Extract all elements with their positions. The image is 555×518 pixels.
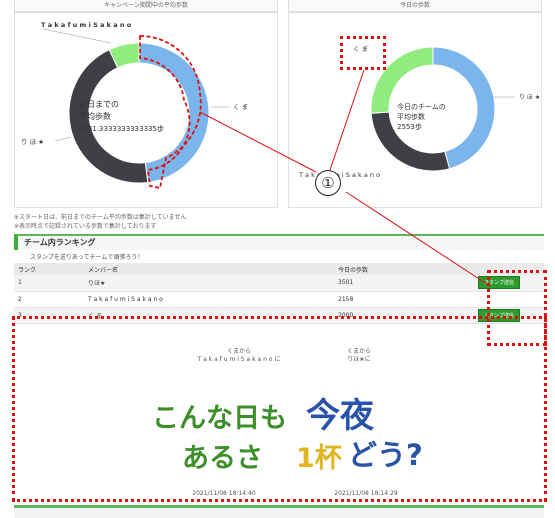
member-cell: T a k a f u m i S a k a n o xyxy=(84,291,334,308)
ranking-title: チーム内ランキング xyxy=(14,234,544,250)
annotation-number: ① xyxy=(315,170,341,196)
stamp-from: くまから xyxy=(346,348,371,355)
donut-center-line2: 平均歩数 xyxy=(397,112,425,121)
action-cell xyxy=(474,291,544,308)
stamp-card-1-header: くまから T a k a f u m i S a k a n o に xyxy=(164,348,314,364)
steps-cell: 2158 xyxy=(334,291,474,308)
table-row: 1 りほ★ 3501 スタンプ送信 xyxy=(14,275,544,292)
ranking-subtitle: スタンプを送りあってチームで頑張ろう！ xyxy=(30,254,144,261)
chart-label-riho: り ほ ★ xyxy=(21,138,44,146)
stamp-to: りほ★に xyxy=(347,356,371,363)
col-action xyxy=(474,263,544,275)
chart-label-riho: り ほ ★ xyxy=(519,94,540,101)
today-steps-header: 今日の歩数 xyxy=(288,0,542,12)
stamp-text-line1: 今夜 xyxy=(306,396,374,436)
donut-slice-0 xyxy=(138,42,210,184)
stamp-from: くまから xyxy=(226,348,251,355)
rank-cell: 1 xyxy=(14,275,84,292)
avg-steps-chart-panel: T a k a f u m i S a k a n o く ま り ほ ★ 前日… xyxy=(14,12,278,208)
stamp-to: T a k a f u m i S a k a n o に xyxy=(197,356,281,363)
donut-center-value: 3931.3333333333335歩 xyxy=(79,124,164,133)
donut-center-line1: 前日までの xyxy=(79,99,119,109)
note-tally: ※表示時点で記録されている歩数で集計しております xyxy=(14,223,157,230)
member-cell: りほ★ xyxy=(84,275,334,292)
ranking-header-row: ランク メンバー名 今日の歩数 xyxy=(14,263,544,275)
stamp-text-line2-b: どう? xyxy=(348,438,423,472)
received-stamps-area: くまから T a k a f u m i S a k a n o に くまから … xyxy=(14,318,546,500)
rank-cell: 2 xyxy=(14,291,84,308)
col-steps: 今日の歩数 xyxy=(334,263,474,275)
action-cell: スタンプ送信 xyxy=(474,275,544,292)
donut-center-line2: 平均歩数 xyxy=(79,111,111,121)
donut-center-line1: 今日のチームの xyxy=(397,102,446,111)
next-section-bar xyxy=(14,505,544,518)
app-frame: キャンペーン期間中の平均歩数 今日の歩数 T a k a f u m i S a… xyxy=(0,0,555,518)
stamp-date: 2021/11/08 18:14:40 xyxy=(192,490,256,497)
stamp-card-2-header: くまから りほ★に xyxy=(304,348,414,364)
col-rank: ランク xyxy=(14,263,84,275)
stamp-date: 2021/11/08 18:14:29 xyxy=(334,490,398,497)
avg-steps-header: キャンペーン期間中の平均歩数 xyxy=(14,0,278,12)
chart-label-takafumi: T a k a f u m i S a k a n o xyxy=(41,21,132,29)
chart-label-kuma: く ま xyxy=(353,45,368,53)
note-start-day: ※スタート日は、前日までのチーム平均歩数は集計していません xyxy=(14,214,187,221)
stamp-text-line2: あるさ xyxy=(182,443,263,474)
donut-center-value: 2553歩 xyxy=(397,122,422,131)
chart-label-kuma: く ま xyxy=(233,103,248,111)
col-member: メンバー名 xyxy=(84,263,334,275)
send-stamp-button[interactable]: スタンプ送信 xyxy=(478,276,520,290)
table-row: 2 T a k a f u m i S a k a n o 2158 xyxy=(14,291,544,308)
steps-cell: 3501 xyxy=(334,275,474,292)
ranking-table: ランク メンバー名 今日の歩数 1 りほ★ 3501 スタンプ送信 2 T a … xyxy=(14,263,544,324)
avg-steps-donut-chart: T a k a f u m i S a k a n o く ま り ほ ★ 前日… xyxy=(21,21,248,184)
stamp-text-line2-a: 1杯 xyxy=(296,443,342,474)
team-ranking-section: チーム内ランキング スタンプを送りあってチームで頑張ろう！ ランク メンバー名 … xyxy=(14,234,544,324)
stamp-text-line1: こんな日も xyxy=(152,403,287,434)
